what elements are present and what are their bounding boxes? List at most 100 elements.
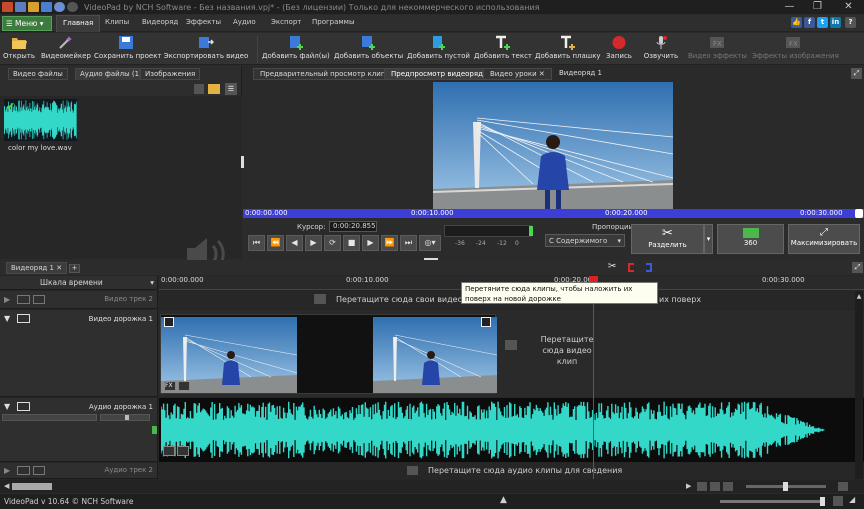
- audio-clip-effects-icon[interactable]: [163, 446, 175, 456]
- tab-programs[interactable]: Программы: [312, 18, 355, 26]
- master-volume-slider[interactable]: [720, 497, 825, 506]
- speaker-icon[interactable]: [17, 466, 30, 475]
- aspect-select[interactable]: С Содержимого ▾: [545, 234, 625, 247]
- step-back-button[interactable]: ◀: [286, 235, 303, 251]
- audio-track-1-lane[interactable]: [159, 398, 864, 462]
- panel-splitter[interactable]: [241, 156, 244, 168]
- audio-clip-volume-icon[interactable]: [177, 446, 189, 456]
- undock-timeline-icon[interactable]: ⤢: [852, 262, 863, 273]
- cursor-time-field[interactable]: 0:00:20.855: [329, 221, 377, 232]
- tab-images[interactable]: Изображения: [140, 68, 201, 80]
- tab-sequence-name[interactable]: Видеоряд 1: [553, 68, 608, 80]
- playhead[interactable]: [593, 276, 594, 479]
- expand-icon[interactable]: ▶: [4, 295, 10, 304]
- eye-icon[interactable]: [17, 295, 30, 304]
- facebook-icon[interactable]: f: [804, 17, 815, 28]
- next-frame-button[interactable]: ⏩: [381, 235, 398, 251]
- snapshot-button[interactable]: ◎▾: [419, 235, 441, 251]
- step-forward-button[interactable]: ▶: [362, 235, 379, 251]
- export-video-button[interactable]: Экспортировать видео: [159, 35, 253, 64]
- media-item-name[interactable]: color my love.wav: [8, 144, 72, 152]
- pan-slider[interactable]: [100, 414, 150, 421]
- speaker-icon[interactable]: [17, 402, 30, 411]
- zoom-in-icon[interactable]: [710, 482, 720, 491]
- resize-grip-icon[interactable]: ◢: [849, 495, 855, 504]
- linkedin-icon[interactable]: in: [830, 17, 841, 28]
- tab-video-files[interactable]: Видео файлы: [8, 68, 68, 80]
- volume-slider[interactable]: [2, 414, 97, 421]
- tab-sequence-preview[interactable]: Предпросмотр видеоряда: [384, 68, 495, 80]
- master-volume-thumb[interactable]: [820, 497, 825, 506]
- add-objects-button[interactable]: Добавить объекты: [334, 35, 403, 64]
- minimize-button[interactable]: —: [777, 0, 802, 14]
- tab-clip-preview[interactable]: Предварительный просмотр клипа: [253, 68, 397, 80]
- fit-timeline-icon[interactable]: [697, 482, 707, 491]
- undock-icon[interactable]: ⤢: [851, 68, 862, 79]
- tab-sequence-1[interactable]: Видеоряд 1 ✕: [6, 262, 68, 274]
- split-button[interactable]: ✂ Разделить: [631, 224, 704, 254]
- clip-effects-icon[interactable]: FX: [164, 381, 176, 391]
- preview-timeline-ruler[interactable]: 0:00:00.000 0:00:10.000 0:00:20.000 0:00…: [243, 209, 864, 218]
- zoom-slider[interactable]: [746, 482, 826, 491]
- open-button[interactable]: Открыть: [3, 35, 35, 64]
- audio-track-2-lane[interactable]: Перетащите сюда аудио клипы для сведения: [159, 463, 864, 479]
- tab-clips[interactable]: Клипы: [105, 18, 129, 26]
- play-button[interactable]: ▶: [305, 235, 322, 251]
- vr-360-button[interactable]: 360: [717, 224, 784, 254]
- save-icon[interactable]: [41, 2, 52, 12]
- tab-export[interactable]: Экспорт: [271, 18, 301, 26]
- add-files-button[interactable]: Добавить файл(ы): [262, 35, 330, 64]
- maximize-button[interactable]: ⤢ Максимизировать: [788, 224, 860, 254]
- zoom-out-icon[interactable]: [723, 482, 733, 491]
- expand-icon[interactable]: ▶: [4, 466, 10, 475]
- eye-icon[interactable]: [17, 314, 30, 323]
- list-view-icon[interactable]: ☰: [225, 83, 237, 95]
- add-title-card-button[interactable]: Добавить плашку: [535, 35, 601, 64]
- lock-icon[interactable]: [33, 295, 45, 304]
- lock-icon[interactable]: [33, 466, 45, 475]
- expand-panel-icon[interactable]: ▲: [500, 495, 507, 505]
- tab-sequence[interactable]: Видеоряд: [142, 18, 178, 26]
- undo-icon[interactable]: [54, 2, 65, 12]
- trash-icon[interactable]: [194, 84, 204, 94]
- add-blank-button[interactable]: Добавить пустой: [407, 35, 470, 64]
- redo-icon[interactable]: [67, 2, 78, 12]
- previous-frame-button[interactable]: ⏪: [267, 235, 284, 251]
- scroll-up-icon[interactable]: ▲: [855, 293, 863, 311]
- add-text-button[interactable]: Добавить текст: [474, 35, 532, 64]
- menu-button[interactable]: ☰ Меню ▾: [2, 16, 52, 31]
- tab-home[interactable]: Главная: [56, 15, 101, 32]
- split-tool-icon[interactable]: ✂: [608, 261, 622, 274]
- timescale-header[interactable]: Шкала времени ▾: [0, 276, 158, 290]
- timeline-vertical-scrollbar[interactable]: ▲: [855, 291, 863, 479]
- split-dropdown[interactable]: ▾: [704, 224, 713, 254]
- scroll-left-icon[interactable]: ◀: [4, 482, 9, 490]
- tab-effects[interactable]: Эффекты: [186, 18, 221, 26]
- twitter-icon[interactable]: t: [817, 17, 828, 28]
- new-project-icon[interactable]: [15, 2, 26, 12]
- add-folder-icon[interactable]: [208, 84, 220, 94]
- save-project-button[interactable]: Сохранить проект: [94, 35, 162, 64]
- zoom-max-icon[interactable]: [838, 482, 848, 491]
- videomaker-button[interactable]: Видеомейкер: [41, 35, 91, 64]
- trim-start-icon[interactable]: [628, 263, 634, 272]
- narrate-button[interactable]: Озвучить: [641, 35, 681, 64]
- tab-audio[interactable]: Аудио: [233, 18, 256, 26]
- restore-button[interactable]: ❐: [805, 0, 830, 14]
- tab-video-lessons[interactable]: Видео уроки ✕: [483, 68, 552, 80]
- tab-audio-files[interactable]: Аудио файлы (1): [75, 68, 147, 80]
- trim-end-icon[interactable]: [646, 263, 652, 272]
- video-track-1-lane[interactable]: FX Перетащите сюда видео клип: [159, 310, 864, 397]
- loop-button[interactable]: ⟳: [324, 235, 341, 251]
- add-sequence-button[interactable]: +: [69, 264, 80, 273]
- go-to-start-button[interactable]: ⏮: [248, 235, 265, 251]
- timeline-scroll-thumb[interactable]: [12, 483, 52, 490]
- preview-scroll-handle[interactable]: [855, 209, 863, 218]
- speaker-icon[interactable]: [833, 496, 843, 506]
- collapse-icon[interactable]: ▼: [4, 402, 10, 411]
- video-preview[interactable]: [433, 82, 673, 209]
- open-icon[interactable]: [28, 2, 39, 12]
- record-button[interactable]: Запись: [604, 35, 634, 64]
- video-effects-button[interactable]: FX Видео эффекты: [688, 35, 747, 64]
- fade-in-icon[interactable]: [164, 317, 174, 327]
